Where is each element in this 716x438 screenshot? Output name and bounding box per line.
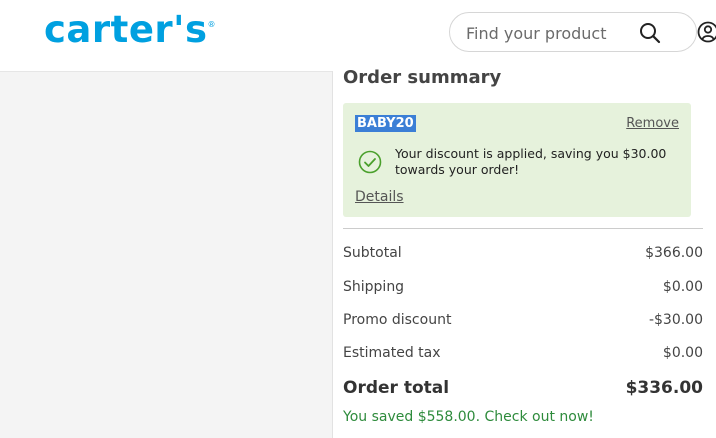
order-summary-title: Order summary — [343, 67, 502, 88]
promo-discount-value: -$30.00 — [648, 312, 703, 328]
promo-discount-label: Promo discount — [343, 312, 452, 328]
promo-box: BABY20 Remove Your discount is applied, … — [343, 103, 691, 217]
order-summary-panel: Order summary BABY20 Remove Your discoun… — [332, 67, 716, 438]
remove-promo-link[interactable]: Remove — [626, 116, 679, 131]
search-box[interactable] — [449, 12, 697, 52]
search-icon[interactable] — [639, 22, 661, 44]
order-total-value: $336.00 — [625, 378, 703, 398]
subtotal-value: $366.00 — [645, 245, 703, 261]
site-header: carter's® — [0, 0, 716, 72]
shipping-value: $0.00 — [662, 279, 703, 295]
estimated-tax-value: $0.00 — [662, 345, 703, 361]
order-total-label: Order total — [343, 378, 450, 398]
check-circle-icon — [358, 150, 382, 174]
logo-text: carter's — [44, 8, 208, 51]
search-input[interactable] — [464, 21, 638, 45]
shipping-label: Shipping — [343, 279, 405, 295]
subtotal-label: Subtotal — [343, 245, 402, 261]
estimated-tax-label: Estimated tax — [343, 345, 441, 361]
registered-mark: ® — [207, 19, 217, 29]
savings-message: You saved $558.00. Check out now! — [343, 409, 594, 425]
account-icon[interactable] — [697, 20, 716, 44]
promo-details-link[interactable]: Details — [355, 189, 404, 205]
promo-message: Your discount is applied, saving you $30… — [395, 146, 667, 177]
promo-code: BABY20 — [355, 115, 416, 132]
carters-logo[interactable]: carter's® — [44, 8, 216, 51]
summary-divider — [343, 228, 703, 229]
